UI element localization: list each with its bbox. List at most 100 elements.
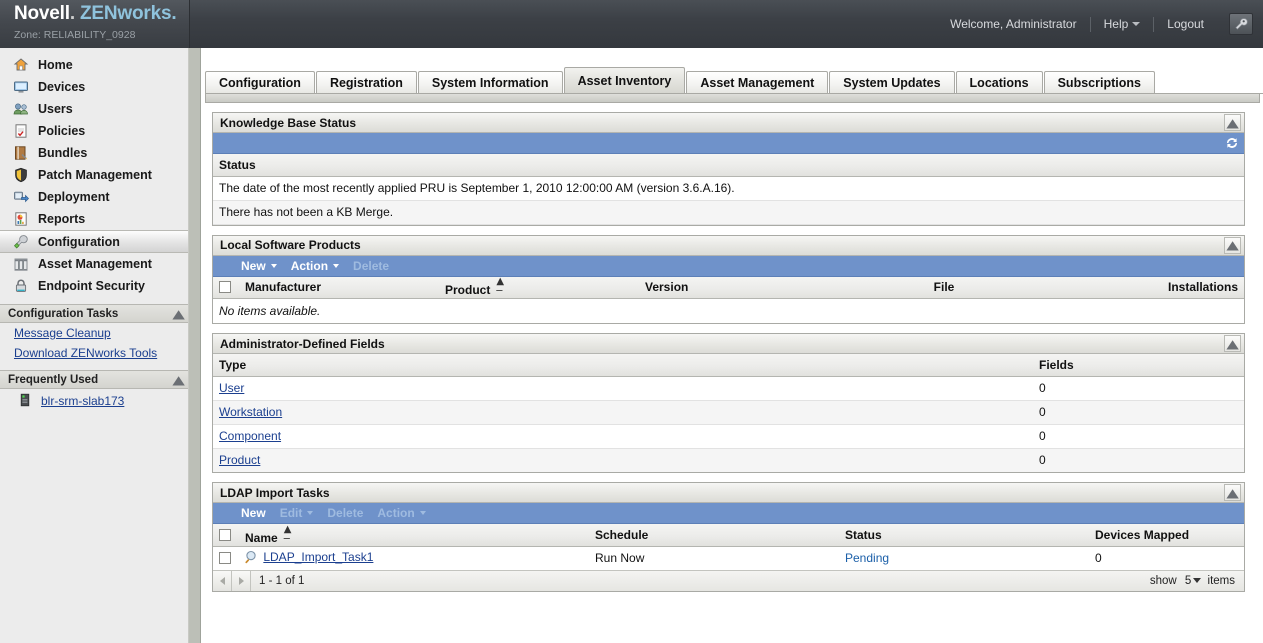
kb-status-line: The date of the most recently applied PR… bbox=[213, 176, 1244, 200]
panel-header: LDAP Import Tasks ▲ bbox=[213, 483, 1244, 503]
asset-building-icon bbox=[13, 256, 29, 272]
column-header-product[interactable]: Product▲─ bbox=[439, 277, 639, 299]
adf-field-count: 0 bbox=[1033, 424, 1244, 448]
magnifier-icon bbox=[245, 550, 260, 567]
sidebar-link-message-cleanup[interactable]: Message Cleanup bbox=[0, 323, 188, 343]
sidebar-item-label: Endpoint Security bbox=[38, 279, 145, 293]
sidebar-item-patch-management[interactable]: Patch Management bbox=[0, 164, 188, 186]
adf-link-component[interactable]: Component bbox=[219, 429, 281, 443]
tab-subscriptions[interactable]: Subscriptions bbox=[1044, 71, 1155, 93]
chevron-up-icon[interactable]: ▲ bbox=[172, 308, 184, 320]
kb-status-line: There has not been a KB Merge. bbox=[213, 200, 1244, 224]
help-menu[interactable]: Help bbox=[1091, 17, 1154, 31]
sidebar-item-deployment[interactable]: Deployment bbox=[0, 186, 188, 208]
adf-link-user[interactable]: User bbox=[219, 381, 244, 395]
panel-title: LDAP Import Tasks bbox=[220, 486, 330, 500]
wrench-icon[interactable] bbox=[1229, 13, 1253, 35]
logo-zenworks: ZENworks bbox=[80, 3, 171, 24]
column-header-installations[interactable]: Installations bbox=[1059, 277, 1244, 299]
sidebar-item-asset-management[interactable]: Asset Management bbox=[0, 253, 188, 275]
next-page-button[interactable] bbox=[232, 571, 251, 591]
logout-link[interactable]: Logout bbox=[1154, 17, 1217, 31]
new-button[interactable]: New bbox=[241, 506, 275, 520]
row-checkbox[interactable] bbox=[219, 552, 231, 564]
table-row: Product 0 bbox=[213, 448, 1244, 472]
select-all-checkbox[interactable] bbox=[219, 281, 231, 293]
page-size-suffix: items bbox=[1208, 575, 1235, 587]
empty-state-text: No items available. bbox=[213, 299, 1244, 323]
main-content: Configuration Registration System Inform… bbox=[202, 48, 1263, 643]
select-all-checkbox[interactable] bbox=[219, 529, 231, 541]
collapse-icon[interactable]: ▲ bbox=[1224, 335, 1241, 352]
sidebar-item-users[interactable]: Users bbox=[0, 98, 188, 120]
page-size-prefix: show bbox=[1150, 575, 1177, 587]
previous-page-button[interactable] bbox=[213, 571, 232, 591]
tab-configuration[interactable]: Configuration bbox=[205, 71, 315, 93]
panel-ldap-import-tasks: LDAP Import Tasks ▲ New Edit Delete Acti… bbox=[212, 482, 1245, 592]
action-menu-button: Action bbox=[377, 506, 434, 520]
chevron-right-icon bbox=[239, 577, 244, 585]
collapse-icon[interactable]: ▲ bbox=[1224, 484, 1241, 501]
section-title: Configuration Tasks bbox=[8, 308, 118, 320]
column-header-devices-mapped[interactable]: Devices Mapped bbox=[1089, 524, 1244, 546]
tab-registration[interactable]: Registration bbox=[316, 71, 417, 93]
ldap-task-link[interactable]: LDAP_Import_Task1 bbox=[263, 550, 373, 564]
sidebar-item-devices[interactable]: Devices bbox=[0, 76, 188, 98]
sidebar-item-endpoint-security[interactable]: Endpoint Security bbox=[0, 275, 188, 297]
new-menu-button[interactable]: New bbox=[241, 259, 286, 273]
sidebar-item-bundles[interactable]: Bundles bbox=[0, 142, 188, 164]
shield-icon bbox=[13, 167, 29, 183]
tab-system-information[interactable]: System Information bbox=[418, 71, 563, 93]
sidebar-item-home[interactable]: Home bbox=[0, 54, 188, 76]
frequently-used-link[interactable]: blr-srm-slab173 bbox=[41, 394, 124, 408]
bundle-book-icon bbox=[13, 145, 29, 161]
table-header-row: Status bbox=[213, 154, 1244, 176]
adf-field-count: 0 bbox=[1033, 448, 1244, 472]
column-header-schedule[interactable]: Schedule bbox=[589, 524, 839, 546]
sidebar-item-configuration[interactable]: Configuration bbox=[0, 230, 188, 253]
tab-asset-management[interactable]: Asset Management bbox=[686, 71, 828, 93]
sidebar-link-download-zenworks-tools[interactable]: Download ZENworks Tools bbox=[0, 343, 188, 363]
sidebar-item-label: Patch Management bbox=[38, 168, 152, 182]
brand-block: Novell. ZENworks. Zone: RELIABILITY_0928 bbox=[0, 0, 190, 48]
tab-locations[interactable]: Locations bbox=[956, 71, 1043, 93]
users-icon bbox=[13, 101, 29, 117]
sidebar-item-policies[interactable]: Policies bbox=[0, 120, 188, 142]
adf-link-product[interactable]: Product bbox=[219, 453, 260, 467]
status-badge[interactable]: Pending bbox=[845, 551, 889, 565]
adf-link-workstation[interactable]: Workstation bbox=[219, 405, 282, 419]
sidebar-item-label: Asset Management bbox=[38, 257, 152, 271]
page-size-value: 5 bbox=[1185, 575, 1191, 587]
action-menu-button[interactable]: Action bbox=[291, 259, 348, 273]
monitor-icon bbox=[13, 79, 29, 95]
section-header-frequently-used: Frequently Used ▲ bbox=[0, 370, 188, 389]
sidebar-item-reports[interactable]: Reports bbox=[0, 208, 188, 230]
frequently-used-item[interactable]: blr-srm-slab173 bbox=[0, 389, 188, 409]
wrench-icon bbox=[13, 234, 29, 250]
refresh-icon[interactable] bbox=[1224, 135, 1240, 151]
sidebar-splitter[interactable] bbox=[189, 48, 201, 643]
chevron-up-icon[interactable]: ▲ bbox=[172, 374, 184, 386]
column-header-status[interactable]: Status bbox=[839, 524, 1089, 546]
tab-asset-inventory[interactable]: Asset Inventory bbox=[564, 67, 686, 93]
app-header: Novell. ZENworks. Zone: RELIABILITY_0928… bbox=[0, 0, 1263, 48]
column-header-file[interactable]: File bbox=[829, 277, 1059, 299]
column-header-manufacturer[interactable]: Manufacturer bbox=[239, 277, 439, 299]
page-size-selector[interactable]: show 5 items bbox=[1150, 575, 1244, 587]
tab-system-updates[interactable]: System Updates bbox=[829, 71, 954, 93]
chevron-down-icon bbox=[307, 511, 313, 515]
tab-underbar bbox=[205, 94, 1260, 103]
collapse-icon[interactable]: ▲ bbox=[1224, 237, 1241, 254]
sidebar-item-label: Deployment bbox=[38, 190, 110, 204]
policy-document-icon bbox=[13, 123, 29, 139]
select-all-cell bbox=[213, 524, 239, 546]
edit-menu-button: Edit bbox=[280, 506, 323, 520]
column-header-name[interactable]: Name▲─ bbox=[239, 524, 589, 546]
sort-ascending-icon: ▲─ bbox=[496, 277, 504, 297]
knowledge-base-table: Status The date of the most recently app… bbox=[213, 154, 1244, 225]
task-name-cell: LDAP_Import_Task1 bbox=[239, 546, 589, 570]
tab-filler bbox=[1156, 92, 1263, 93]
column-header-version[interactable]: Version bbox=[639, 277, 829, 299]
collapse-icon[interactable]: ▲ bbox=[1224, 114, 1241, 131]
panel-header: Knowledge Base Status ▲ bbox=[213, 113, 1244, 133]
